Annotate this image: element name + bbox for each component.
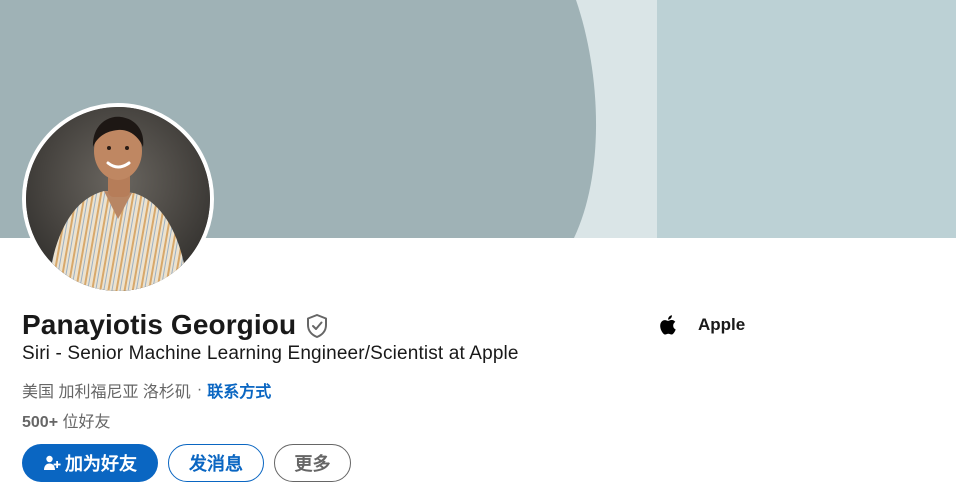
name-row: Panayiotis Georgiou: [22, 306, 329, 344]
more-button-label: 更多: [294, 454, 331, 474]
current-company[interactable]: Apple: [658, 312, 745, 338]
connect-button[interactable]: 加为好友: [22, 444, 158, 482]
profile-headline: Siri - Senior Machine Learning Engineer/…: [22, 343, 519, 364]
profile-location: 美国 加利福尼亚 洛杉矶: [22, 384, 191, 401]
apple-logo-icon: [658, 313, 680, 337]
message-button[interactable]: 发消息: [168, 444, 264, 482]
contact-info-link[interactable]: 联系方式: [207, 378, 271, 402]
profile-card: Panayiotis Georgiou Siri - Senior Machin…: [0, 0, 956, 498]
profile-actions: 加为好友 发消息 更多: [22, 444, 351, 482]
profile-avatar[interactable]: [22, 103, 214, 295]
message-button-label: 发消息: [189, 454, 243, 474]
company-name: Apple: [698, 315, 746, 334]
add-person-icon: [43, 454, 61, 472]
connections-label: 位好友: [62, 414, 111, 431]
connections-count[interactable]: 500+ 位好友: [22, 408, 111, 432]
location-separator: ·: [196, 381, 203, 398]
location-row: 美国 加利福尼亚 洛杉矶 · 联系方式: [22, 378, 271, 402]
connections-number: 500+: [22, 414, 59, 431]
more-button[interactable]: 更多: [274, 444, 351, 482]
profile-name: Panayiotis Georgiou: [22, 309, 297, 340]
connect-button-label: 加为好友: [65, 454, 137, 474]
verified-shield-icon[interactable]: [305, 313, 329, 339]
